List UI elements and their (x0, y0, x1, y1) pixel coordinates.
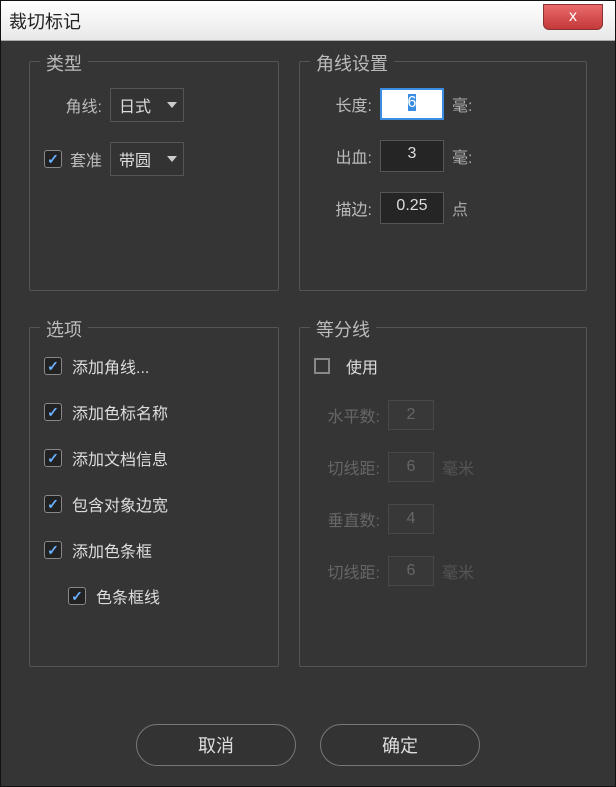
option-label: 添加角线... (72, 354, 149, 378)
option-color-bar-line: 色条框线 (44, 584, 264, 608)
dialog-body: 类型 角线: 日式 套准 带圆 (1, 41, 615, 667)
titlebar: 裁切标记 x (1, 1, 615, 41)
close-button[interactable]: x (543, 4, 603, 30)
chevron-down-icon (167, 156, 177, 162)
option-checkbox[interactable] (44, 449, 62, 467)
df-unit: 毫米 (442, 455, 474, 479)
length-label: 长度: (314, 92, 372, 116)
length-row: 长度: 6 毫: (314, 88, 572, 120)
divider-group: 等分线 使用 水平数: 2 切线距: 6 毫米 垂直数: 4 (299, 327, 587, 667)
bleed-unit: 毫: (452, 144, 482, 168)
option-checkbox[interactable] (44, 495, 62, 513)
type-legend: 类型 (40, 50, 88, 76)
footer: 取消 确定 (1, 724, 615, 766)
option-add-color-bar: 添加色条框 (44, 538, 264, 562)
bleed-label: 出血: (314, 144, 372, 168)
mid-row: 选项 添加角线... 添加色标名称 添加文档信息 包含对象边宽 添加色条框 色条… (29, 327, 587, 667)
type-group: 类型 角线: 日式 套准 带圆 (29, 61, 279, 291)
bleed-row: 出血: 3 毫: (314, 140, 572, 172)
divider-cut-distance-1: 切线距: 6 毫米 (314, 452, 572, 482)
chevron-down-icon (167, 102, 177, 108)
use-checkbox-icon[interactable] (314, 358, 330, 374)
df-label: 切线距: (314, 455, 380, 479)
register-label: 套准 (70, 147, 102, 171)
angle-settings-legend: 角线设置 (310, 50, 394, 76)
angle-style-label: 角线: (44, 93, 102, 117)
divider-vertical-count: 垂直数: 4 (314, 504, 572, 534)
stroke-input[interactable]: 0.25 (380, 192, 444, 224)
df-value: 6 (388, 452, 434, 482)
ok-button[interactable]: 确定 (320, 724, 480, 766)
angle-style-select[interactable]: 日式 (110, 88, 184, 122)
df-value: 6 (388, 556, 434, 586)
register-value: 带圆 (119, 147, 151, 171)
divider-horizontal-count: 水平数: 2 (314, 400, 572, 430)
df-unit: 毫米 (442, 559, 474, 583)
option-checkbox[interactable] (68, 587, 86, 605)
option-checkbox[interactable] (44, 403, 62, 421)
dialog-window: 裁切标记 x 类型 角线: 日式 套准 带圆 (0, 0, 616, 787)
divider-legend: 等分线 (310, 316, 376, 342)
df-label: 垂直数: (314, 507, 380, 531)
option-label: 包含对象边宽 (72, 492, 168, 516)
option-include-edge: 包含对象边宽 (44, 492, 264, 516)
option-add-doc-info: 添加文档信息 (44, 446, 264, 470)
df-label: 水平数: (314, 403, 380, 427)
stroke-row: 描边: 0.25 点 (314, 192, 572, 224)
option-add-color-name: 添加色标名称 (44, 400, 264, 424)
df-value: 4 (388, 504, 434, 534)
angle-style-value: 日式 (119, 93, 151, 117)
angle-style-row: 角线: 日式 (44, 88, 264, 122)
option-checkbox[interactable] (44, 541, 62, 559)
option-add-angle: 添加角线... (44, 354, 264, 378)
length-unit: 毫: (452, 92, 482, 116)
register-select[interactable]: 带圆 (110, 142, 184, 176)
divider-use-row: 使用 (314, 354, 572, 378)
option-checkbox[interactable] (44, 357, 62, 375)
option-label: 色条框线 (96, 584, 160, 608)
divider-use-label: 使用 (346, 354, 378, 378)
stroke-unit: 点 (452, 196, 482, 220)
df-label: 切线距: (314, 559, 380, 583)
divider-cut-distance-2: 切线距: 6 毫米 (314, 556, 572, 586)
bleed-input[interactable]: 3 (380, 140, 444, 172)
length-input[interactable]: 6 (380, 88, 444, 120)
options-legend: 选项 (40, 316, 88, 342)
cancel-button[interactable]: 取消 (136, 724, 296, 766)
register-checkbox[interactable] (44, 150, 62, 168)
window-title: 裁切标记 (9, 8, 81, 34)
option-label: 添加文档信息 (72, 446, 168, 470)
stroke-label: 描边: (314, 196, 372, 220)
top-row: 类型 角线: 日式 套准 带圆 (29, 61, 587, 291)
angle-settings-group: 角线设置 长度: 6 毫: 出血: 3 毫: 描边: 0.25 点 (299, 61, 587, 291)
options-group: 选项 添加角线... 添加色标名称 添加文档信息 包含对象边宽 添加色条框 色条… (29, 327, 279, 667)
close-icon: x (569, 8, 577, 26)
df-value: 2 (388, 400, 434, 430)
register-row: 套准 带圆 (44, 142, 264, 176)
option-label: 添加色标名称 (72, 400, 168, 424)
option-label: 添加色条框 (72, 538, 152, 562)
